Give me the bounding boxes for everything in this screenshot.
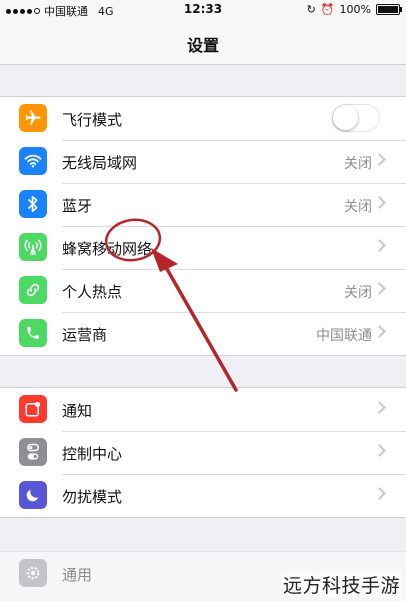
settings-row-label: 蓝牙 — [62, 197, 93, 215]
settings-row-cellular[interactable]: 蜂窝移动网络 — [0, 226, 406, 269]
notifications-icon — [19, 395, 47, 423]
settings-row-notifications[interactable]: 通知 — [0, 388, 406, 431]
settings-row-label: 无线局域网 — [62, 154, 138, 172]
settings-row-value: 关闭 — [344, 285, 372, 301]
toggle-knob — [333, 105, 358, 130]
bluetooth-icon — [19, 190, 47, 218]
moon-icon — [19, 481, 47, 509]
settings-row-do-not-disturb[interactable]: 勿扰模式 — [0, 474, 406, 517]
watermark-text: 远方科技手游 — [280, 571, 402, 598]
settings-row-value: 中国联通 — [316, 328, 372, 344]
gear-icon — [19, 559, 47, 587]
settings-row-value: 关闭 — [344, 156, 372, 172]
chevron-right-icon — [373, 239, 386, 252]
settings-row-label: 勿扰模式 — [62, 488, 123, 506]
navigation-bar: 设置 — [0, 20, 406, 65]
page-title: 设置 — [186, 36, 219, 55]
battery-percent: 100% — [339, 3, 371, 16]
settings-row-bluetooth[interactable]: 蓝牙 关闭 — [0, 183, 406, 226]
settings-group-notifications: 通知 控制中心 勿扰模式 — [0, 387, 406, 518]
hotspot-icon — [19, 276, 47, 304]
control-center-icon — [19, 438, 47, 466]
chevron-right-icon — [373, 325, 386, 338]
chevron-right-icon — [373, 153, 386, 166]
chevron-right-icon — [373, 196, 386, 209]
status-right: ↻ ⏰ 100% — [306, 3, 402, 16]
wifi-icon — [19, 147, 47, 175]
chevron-right-icon — [373, 282, 386, 295]
phone-icon — [19, 319, 47, 347]
chevron-right-icon — [373, 401, 386, 414]
settings-row-label: 运营商 — [62, 326, 108, 344]
orientation-lock-icon: ↻ — [306, 3, 316, 16]
battery-icon — [376, 4, 402, 15]
alarm-icon: ⏰ — [320, 3, 335, 16]
settings-row-label: 蜂窝移动网络 — [62, 240, 153, 258]
airplane-mode-toggle[interactable] — [332, 104, 380, 132]
settings-row-wifi[interactable]: 无线局域网 关闭 — [0, 140, 406, 183]
settings-row-label: 控制中心 — [62, 445, 123, 463]
settings-row-label: 通用 — [62, 566, 93, 584]
settings-row-personal-hotspot[interactable]: 个人热点 关闭 — [0, 269, 406, 312]
settings-row-carrier[interactable]: 运营商 中国联通 — [0, 312, 406, 355]
status-bar: 中国联通 4G 12:33 ↻ ⏰ 100% — [0, 0, 406, 20]
cellular-antenna-icon — [19, 233, 47, 261]
settings-row-airplane-mode[interactable]: 飞行模式 — [0, 97, 406, 140]
settings-row-label: 个人热点 — [62, 283, 123, 301]
airplane-icon — [19, 104, 47, 132]
chevron-right-icon — [373, 487, 386, 500]
settings-row-control-center[interactable]: 控制中心 — [0, 431, 406, 474]
settings-row-label: 通知 — [62, 402, 93, 420]
settings-row-label: 飞行模式 — [62, 111, 123, 129]
settings-row-value: 关闭 — [344, 199, 372, 215]
settings-group-connectivity: 飞行模式 无线局域网 关闭 蓝牙 关闭 蜂窝移动网络 个人热点 关闭 运营商 中… — [0, 96, 406, 356]
chevron-right-icon — [373, 444, 386, 457]
